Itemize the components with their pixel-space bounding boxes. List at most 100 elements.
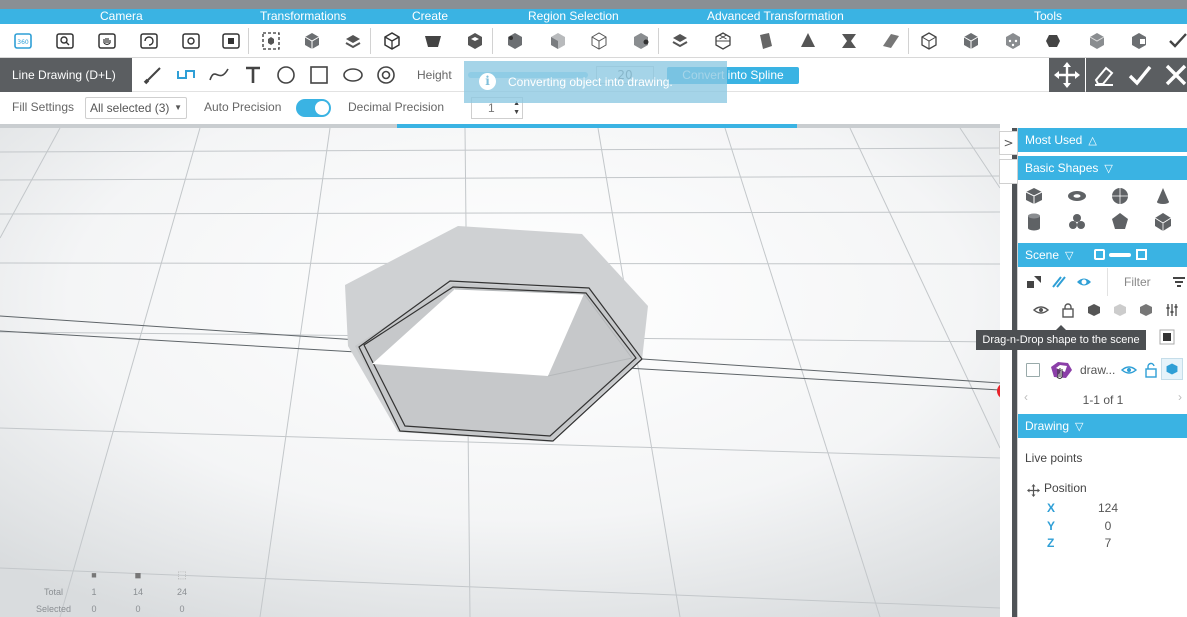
ellipse-tool-icon[interactable] [341, 63, 365, 87]
drawing-object-icon[interactable] [1048, 359, 1074, 381]
solid-cube-icon[interactable] [1086, 302, 1102, 318]
scene-list-item[interactable]: draw... [1018, 355, 1187, 385]
wire-cube-icon[interactable] [1112, 302, 1128, 318]
scene-view-toggle-icon[interactable] [1094, 249, 1105, 260]
tools-wire-box-icon[interactable] [918, 30, 940, 52]
sliders-icon[interactable] [1164, 302, 1180, 318]
tab-region-selection[interactable]: Region Selection [528, 9, 619, 24]
move-tool-button[interactable] [1049, 58, 1085, 92]
region-wire-icon[interactable] [588, 30, 610, 52]
tools-solid-box-icon[interactable] [960, 30, 982, 52]
shaded-cube-icon[interactable] [1138, 302, 1154, 318]
scene-item-checkbox[interactable] [1026, 363, 1040, 377]
shapes-group-icon[interactable] [1026, 274, 1042, 290]
adv-slab-icon[interactable] [880, 30, 902, 52]
svg-text:360: 360 [17, 39, 29, 46]
eye-icon[interactable] [1076, 274, 1092, 290]
region-face-icon[interactable] [547, 30, 569, 52]
sphere-shape-icon[interactable] [1109, 185, 1131, 207]
pager-text: 1-1 of 1 [1082, 393, 1124, 407]
scene-item-name[interactable]: draw... [1080, 355, 1115, 385]
transform-stack-icon[interactable] [342, 30, 364, 52]
tools-check-icon[interactable] [1167, 30, 1187, 52]
scene-view-slider[interactable] [1109, 253, 1131, 257]
selection-stats: ■ ■ ⬚ Total 1 14 24 Selected 0 0 0 [0, 566, 200, 617]
adv-bend-icon[interactable] [755, 30, 777, 52]
scene-pager: ‹ 1-1 of 1 › [1018, 390, 1187, 410]
tab-camera[interactable]: Camera [100, 9, 143, 24]
circle-tool-icon[interactable] [274, 63, 298, 87]
create-box-icon[interactable] [381, 30, 403, 52]
tab-transformations[interactable]: Transformations [260, 9, 346, 24]
camera-zoom-icon[interactable] [54, 30, 76, 52]
cube-shape-icon[interactable] [1023, 185, 1045, 207]
position-x-value[interactable]: 124 [1096, 501, 1120, 515]
text-tool-icon[interactable] [241, 63, 265, 87]
tools-gem-icon[interactable] [1086, 30, 1108, 52]
most-used-header[interactable]: Most Used △ [1018, 128, 1187, 152]
polyline-icon[interactable] [174, 63, 198, 87]
region-cube-icon[interactable] [504, 30, 526, 52]
collapse-panel-button[interactable]: > [999, 131, 1018, 155]
tools-box-open-icon[interactable] [1128, 30, 1150, 52]
create-bowl-icon[interactable] [422, 30, 444, 52]
camera-screenshot-icon[interactable] [220, 30, 242, 52]
triangle-down-icon: ▽ [1075, 421, 1084, 433]
scene-header[interactable]: Scene ▽ [1018, 243, 1187, 267]
transform-frame-icon[interactable] [260, 30, 282, 52]
scene-filter-input[interactable]: Filter [1107, 268, 1165, 296]
stat-selected-label: Selected [35, 604, 71, 614]
curve-icon[interactable] [207, 63, 231, 87]
tab-tools[interactable]: Tools [1034, 9, 1062, 24]
eraser-button[interactable] [1086, 58, 1122, 92]
cone-shape-icon[interactable] [1152, 185, 1174, 207]
chevron-down-icon: ▼ [174, 103, 182, 112]
create-prism-icon[interactable] [464, 30, 486, 52]
filter-menu-icon[interactable] [1171, 274, 1187, 290]
auto-precision-toggle[interactable] [296, 99, 331, 117]
torus-shape-icon[interactable] [1066, 185, 1088, 207]
tools-dotted-box-icon[interactable] [1002, 30, 1024, 52]
ribbon-separator [492, 28, 493, 54]
grid-view-icon[interactable] [1136, 249, 1147, 260]
region-points-icon[interactable] [630, 30, 652, 52]
basic-shapes-header[interactable]: Basic Shapes ▽ [1018, 156, 1187, 180]
tab-advanced-transformation[interactable]: Advanced Transformation [707, 9, 844, 24]
adv-grid-cube-icon[interactable] [712, 30, 734, 52]
rectangle-tool-icon[interactable] [307, 63, 331, 87]
ribbon-separator [248, 28, 249, 54]
fill-settings-select[interactable]: All selected (3) ▼ [85, 97, 187, 119]
scene-item-cube-icon[interactable] [1161, 358, 1183, 380]
confirm-button[interactable] [1122, 58, 1158, 92]
dodecahedron-shape-icon[interactable] [1109, 211, 1131, 233]
select-all-icon[interactable] [1159, 329, 1175, 345]
camera-rotate-icon[interactable] [138, 30, 160, 52]
tools-sphere-icon[interactable] [1042, 30, 1064, 52]
icosahedron-shape-icon[interactable] [1152, 211, 1174, 233]
visibility-slash-icon[interactable] [1051, 274, 1067, 290]
scene-item-unlock-icon[interactable] [1143, 362, 1159, 378]
ring-tool-icon[interactable] [374, 63, 398, 87]
lock-icon[interactable] [1060, 302, 1076, 318]
adv-cone-icon[interactable] [797, 30, 819, 52]
transform-cube-icon[interactable] [301, 30, 323, 52]
camera-pan-icon[interactable] [96, 30, 118, 52]
position-z-value[interactable]: 7 [1096, 536, 1120, 550]
blob-shape-icon[interactable] [1066, 211, 1088, 233]
3d-viewport[interactable] [0, 128, 1000, 617]
adv-layers-icon[interactable] [669, 30, 691, 52]
brush-icon[interactable] [141, 63, 165, 87]
cancel-button[interactable] [1158, 58, 1187, 92]
adv-twist-icon[interactable] [838, 30, 860, 52]
cylinder-shape-icon[interactable] [1023, 211, 1045, 233]
scene-item-eye-icon[interactable] [1120, 362, 1138, 378]
camera-settings-icon[interactable] [180, 30, 202, 52]
camera-home-icon[interactable]: 360 [12, 30, 34, 52]
drawing-header[interactable]: Drawing ▽ [1018, 414, 1187, 438]
tab-create[interactable]: Create [412, 9, 448, 24]
drawing-label: Drawing [1025, 419, 1070, 433]
position-y-value[interactable]: 0 [1096, 519, 1120, 533]
eye-outline-icon[interactable] [1033, 302, 1049, 318]
pager-next-icon[interactable]: › [1178, 390, 1182, 404]
panel-tab-button[interactable] [999, 159, 1018, 184]
